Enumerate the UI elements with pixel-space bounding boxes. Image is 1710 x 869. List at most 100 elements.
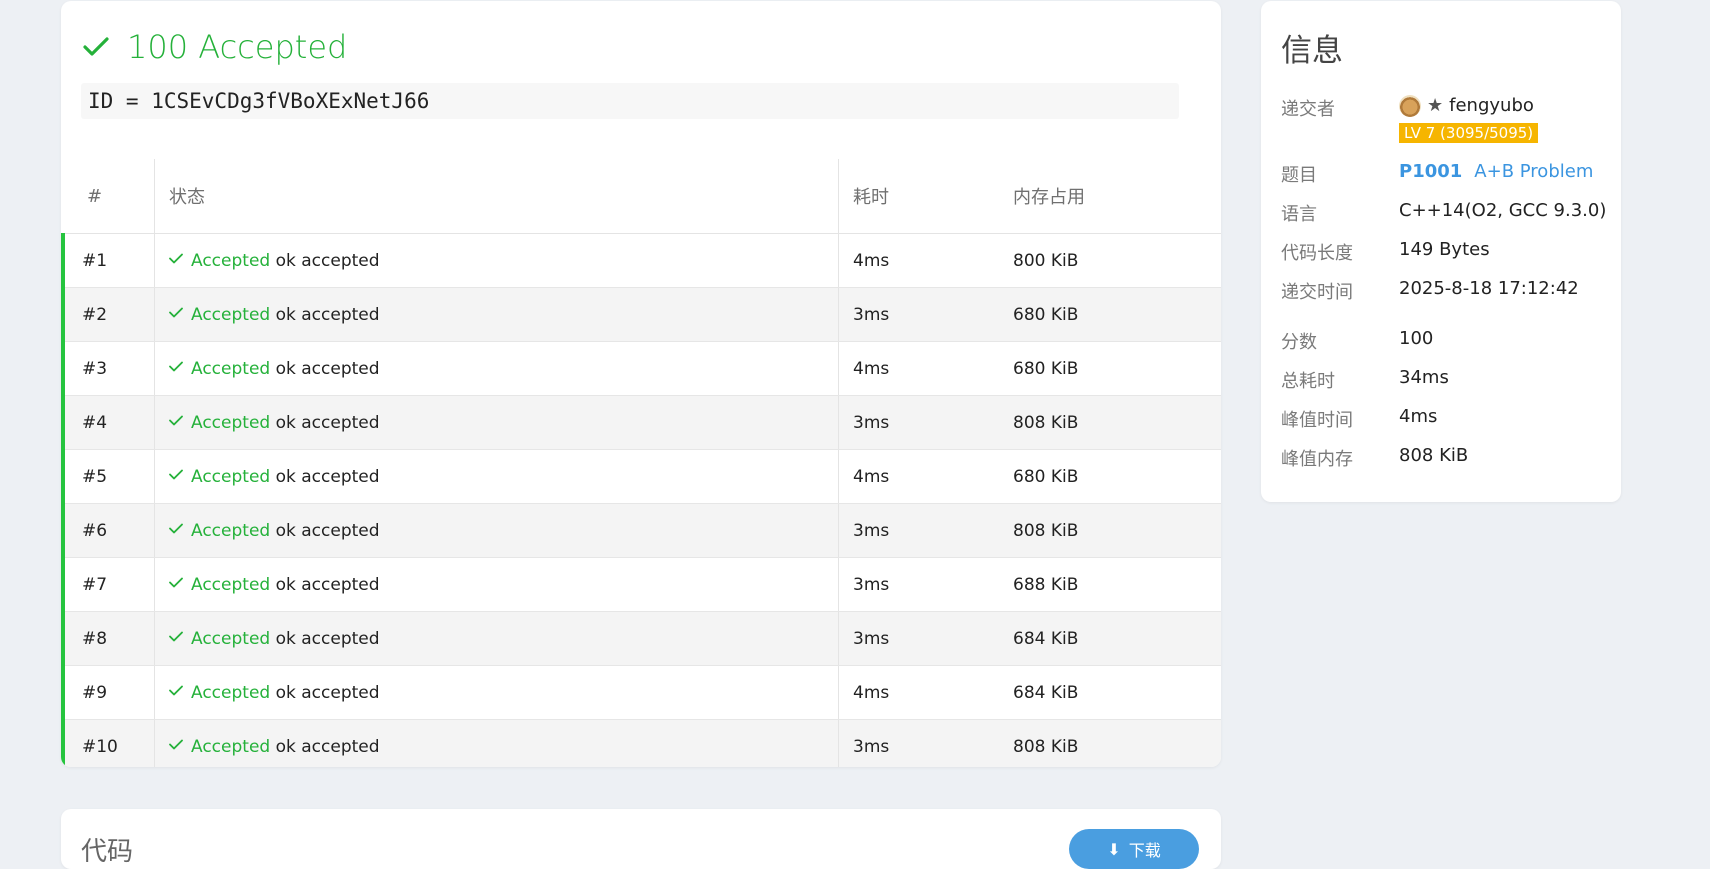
check-icon (169, 627, 183, 647)
case-memory: 680 KiB (999, 287, 1221, 342)
case-status-label: Accepted (191, 412, 271, 433)
table-row: #8 Accepted ok accepted 3ms 684 KiB (61, 611, 1221, 666)
case-number: #10 (61, 719, 155, 767)
star-icon: ★ (1427, 95, 1444, 116)
case-number: #4 (61, 395, 155, 450)
table-header-row: # 状态 耗时 内存占用 (63, 159, 1221, 234)
case-status-label: Accepted (191, 466, 271, 487)
peak-time-row: 峰值时间 4ms (1281, 406, 1437, 432)
case-status-label: Accepted (191, 520, 271, 541)
case-status-label: Accepted (191, 736, 271, 757)
case-status: Accepted ok accepted (154, 233, 839, 288)
check-icon (169, 303, 183, 323)
case-status: Accepted ok accepted (154, 395, 839, 450)
avatar[interactable] (1399, 95, 1421, 117)
case-status-label: Accepted (191, 682, 271, 703)
score-label: 分数 (1281, 332, 1317, 353)
check-icon (83, 36, 109, 58)
score-value: 100 (1399, 328, 1434, 349)
table-row: #6 Accepted ok accepted 3ms 808 KiB (61, 503, 1221, 558)
code-length-row: 代码长度 149 Bytes (1281, 239, 1490, 265)
table-row: #7 Accepted ok accepted 3ms 688 KiB (61, 557, 1221, 612)
case-time: 3ms (838, 287, 999, 342)
testcase-table: # 状态 耗时 内存占用 #1 Accepted ok accepted 4ms 80… (61, 159, 1221, 767)
table-row: #10 Accepted ok accepted 3ms 808 KiB (61, 719, 1221, 767)
case-number: #9 (61, 665, 155, 720)
col-header-number: # (63, 159, 155, 234)
language-row: 语言 C++14(O2, GCC 9.3.0) (1281, 200, 1606, 226)
case-status: Accepted ok accepted (154, 557, 839, 612)
problem-row: 题目 P1001 A+B Problem (1281, 161, 1593, 187)
peak-time-value: 4ms (1399, 406, 1438, 427)
case-time: 4ms (838, 665, 999, 720)
case-message: ok accepted (275, 250, 380, 271)
problem-label: 题目 (1281, 165, 1317, 186)
case-status: Accepted ok accepted (154, 341, 839, 396)
code-card: 代码 ⬇ 下载 (61, 809, 1221, 869)
total-time-label: 总耗时 (1281, 371, 1335, 392)
submitter-label: 递交者 (1281, 99, 1335, 120)
case-memory: 684 KiB (999, 611, 1221, 666)
table-row: #3 Accepted ok accepted 4ms 680 KiB (61, 341, 1221, 396)
case-memory: 800 KiB (999, 233, 1221, 288)
status-heading: 100 Accepted (83, 27, 347, 67)
level-badge: LV 7 (3095/5095) (1399, 123, 1539, 143)
case-memory: 808 KiB (999, 503, 1221, 558)
peak-memory-value: 808 KiB (1399, 445, 1469, 466)
case-number: #7 (61, 557, 155, 612)
submit-time-value: 2025-8-18 17:12:42 (1399, 278, 1579, 299)
score-row: 分数 100 (1281, 328, 1433, 354)
case-status: Accepted ok accepted (154, 719, 839, 767)
case-time: 3ms (838, 611, 999, 666)
case-number: #3 (61, 341, 155, 396)
case-number: #8 (61, 611, 155, 666)
code-length-label: 代码长度 (1281, 243, 1353, 264)
case-status-label: Accepted (191, 358, 271, 379)
case-memory: 808 KiB (999, 719, 1221, 767)
table-row: #2 Accepted ok accepted 3ms 680 KiB (61, 287, 1221, 342)
case-message: ok accepted (275, 574, 380, 595)
case-status: Accepted ok accepted (154, 449, 839, 504)
case-time: 3ms (838, 395, 999, 450)
case-time: 3ms (838, 719, 999, 767)
problem-link[interactable]: P1001 A+B Problem (1399, 161, 1593, 187)
problem-id[interactable]: P1001 (1399, 161, 1462, 182)
case-status-label: Accepted (191, 628, 271, 649)
table-row: #9 Accepted ok accepted 4ms 684 KiB (61, 665, 1221, 720)
case-time: 4ms (838, 341, 999, 396)
problem-name[interactable]: A+B Problem (1474, 161, 1593, 182)
case-status-label: Accepted (191, 250, 271, 271)
case-status-label: Accepted (191, 304, 271, 325)
case-number: #2 (61, 287, 155, 342)
language-value: C++14(O2, GCC 9.3.0) (1399, 200, 1607, 221)
case-memory: 808 KiB (999, 395, 1221, 450)
submitter-name[interactable]: fengyubo (1449, 95, 1534, 116)
case-number: #1 (61, 233, 155, 288)
download-button[interactable]: ⬇ 下载 (1069, 829, 1199, 869)
check-icon (169, 249, 183, 269)
case-message: ok accepted (275, 682, 380, 703)
case-time: 4ms (838, 449, 999, 504)
case-memory: 688 KiB (999, 557, 1221, 612)
peak-memory-label: 峰值内存 (1281, 449, 1353, 470)
check-icon (169, 411, 183, 431)
col-header-memory: 内存占用 (999, 159, 1221, 234)
check-icon (169, 357, 183, 377)
info-title: 信息 (1281, 33, 1343, 69)
case-status-label: Accepted (191, 574, 271, 595)
table-row: #1 Accepted ok accepted 4ms 800 KiB (61, 233, 1221, 288)
case-number: #6 (61, 503, 155, 558)
case-memory: 680 KiB (999, 341, 1221, 396)
info-panel: 信息 递交者 ★ fengyubo LV 7 (3095/5095) 题目 P10… (1261, 1, 1621, 502)
case-message: ok accepted (275, 412, 380, 433)
case-message: ok accepted (275, 358, 380, 379)
total-time-row: 总耗时 34ms (1281, 367, 1449, 393)
code-length-value: 149 Bytes (1399, 239, 1490, 260)
case-number: #5 (61, 449, 155, 504)
download-label: 下载 (1128, 841, 1161, 860)
case-time: 3ms (838, 503, 999, 558)
case-status: Accepted ok accepted (154, 503, 839, 558)
check-icon (169, 681, 183, 701)
total-time-value: 34ms (1399, 367, 1449, 388)
submit-time-label: 递交时间 (1281, 282, 1353, 303)
